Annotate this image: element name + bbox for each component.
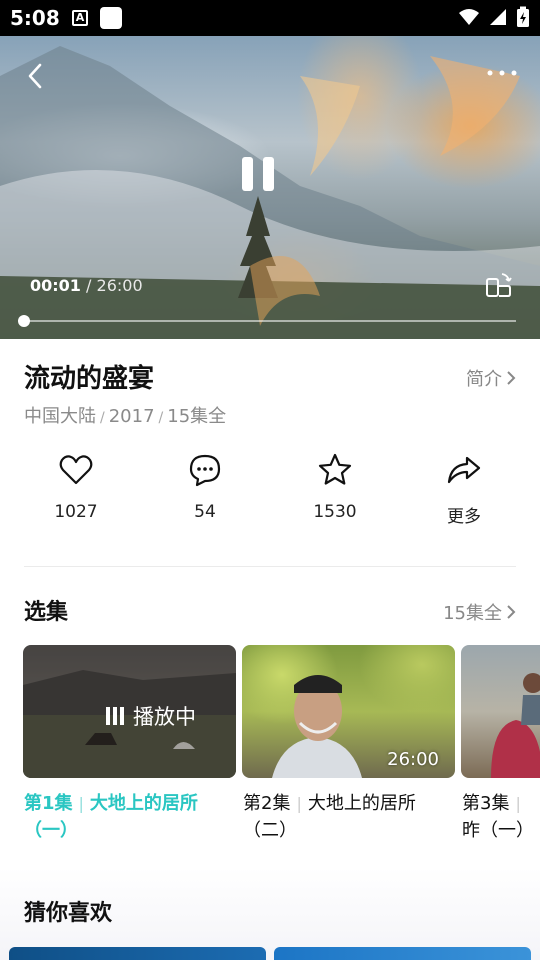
playing-label: 播放中 bbox=[133, 705, 196, 729]
pause-icon[interactable] bbox=[238, 154, 278, 194]
back-arrow-icon[interactable] bbox=[22, 62, 50, 90]
share-label: 更多 bbox=[447, 507, 481, 527]
video-player[interactable]: 00:01 / 26:00 bbox=[0, 36, 540, 339]
total-time: 26:00 bbox=[96, 276, 143, 295]
episode-separator: | bbox=[78, 794, 84, 813]
time-readout: 00:01 / 26:00 bbox=[30, 276, 143, 295]
progress-bar[interactable] bbox=[24, 320, 516, 322]
intro-link[interactable]: 简介 bbox=[466, 365, 516, 391]
episodes-count-link[interactable]: 15集全 bbox=[443, 599, 516, 625]
playing-indicator: 播放中 bbox=[105, 701, 196, 731]
episode-card-1[interactable]: 播放中 bbox=[23, 645, 236, 778]
episode-number: 第1集 bbox=[24, 793, 73, 814]
like-button[interactable]: 1027 bbox=[21, 452, 131, 522]
episode-number: 第2集 bbox=[243, 793, 291, 814]
more-dots-icon[interactable] bbox=[486, 66, 518, 80]
episodes-count: 15集全 bbox=[443, 603, 502, 624]
episode-duration: 26:00 bbox=[387, 749, 439, 770]
meta-episodes: 15集全 bbox=[167, 406, 227, 427]
divider bbox=[24, 566, 516, 567]
share-button[interactable]: 更多 bbox=[409, 452, 519, 527]
current-time: 00:01 bbox=[30, 276, 81, 295]
progress-thumb[interactable] bbox=[18, 315, 30, 327]
chevron-right-icon bbox=[507, 371, 516, 385]
status-bar: 5:08 A bbox=[0, 0, 540, 36]
episode-separator: | bbox=[296, 794, 302, 813]
episode-card-3[interactable] bbox=[461, 645, 540, 778]
time-separator: / bbox=[86, 276, 92, 295]
meta-region: 中国大陆 bbox=[24, 406, 96, 427]
recommend-card-2[interactable] bbox=[274, 947, 531, 960]
equalizer-icon bbox=[106, 707, 124, 725]
recommend-title: 猜你喜欢 bbox=[24, 901, 113, 926]
meta-separator: / bbox=[100, 410, 105, 426]
recommend-card-1[interactable] bbox=[9, 947, 266, 960]
meta-separator: / bbox=[158, 410, 164, 426]
episode-label-1[interactable]: 第1集 | 大地上的居所（一） bbox=[24, 790, 237, 844]
share-icon bbox=[447, 456, 481, 484]
battery-charging-icon bbox=[517, 6, 529, 27]
episode-label-2[interactable]: 第2集 | 大地上的居所（二） bbox=[243, 790, 456, 844]
episode-label-3[interactable]: 第3集 | 昨（一） bbox=[462, 790, 540, 844]
episodes-title: 选集 bbox=[24, 600, 69, 625]
episode-thumbnail bbox=[491, 673, 540, 778]
episode-number: 第3集 bbox=[462, 793, 510, 814]
wifi-icon bbox=[459, 9, 479, 25]
status-time: 5:08 bbox=[10, 6, 60, 30]
comment-button[interactable]: 54 bbox=[150, 452, 260, 522]
video-meta: 中国大陆/2017/15集全 bbox=[24, 402, 226, 428]
action-row: 1027 54 1530 更多 bbox=[0, 452, 540, 542]
intro-label: 简介 bbox=[466, 369, 502, 390]
status-icons bbox=[458, 6, 530, 28]
chevron-right-icon bbox=[507, 605, 516, 619]
comment-icon bbox=[189, 454, 221, 487]
episode-card-2[interactable]: 26:00 bbox=[242, 645, 455, 778]
favorite-button[interactable]: 1530 bbox=[280, 452, 390, 522]
signal-icon bbox=[490, 9, 506, 25]
a-notification-icon: A bbox=[72, 10, 88, 26]
heart-icon bbox=[59, 455, 93, 485]
star-icon bbox=[318, 453, 352, 485]
episode-name: 昨（一） bbox=[462, 820, 534, 841]
rotate-screen-icon[interactable] bbox=[484, 272, 512, 300]
episode-separator: | bbox=[515, 794, 521, 813]
square-notification-icon bbox=[100, 7, 122, 29]
meta-year: 2017 bbox=[108, 406, 155, 427]
favorite-count: 1530 bbox=[313, 502, 357, 522]
comment-count: 54 bbox=[194, 502, 216, 522]
video-title: 流动的盛宴 bbox=[24, 364, 155, 394]
like-count: 1027 bbox=[54, 502, 98, 522]
